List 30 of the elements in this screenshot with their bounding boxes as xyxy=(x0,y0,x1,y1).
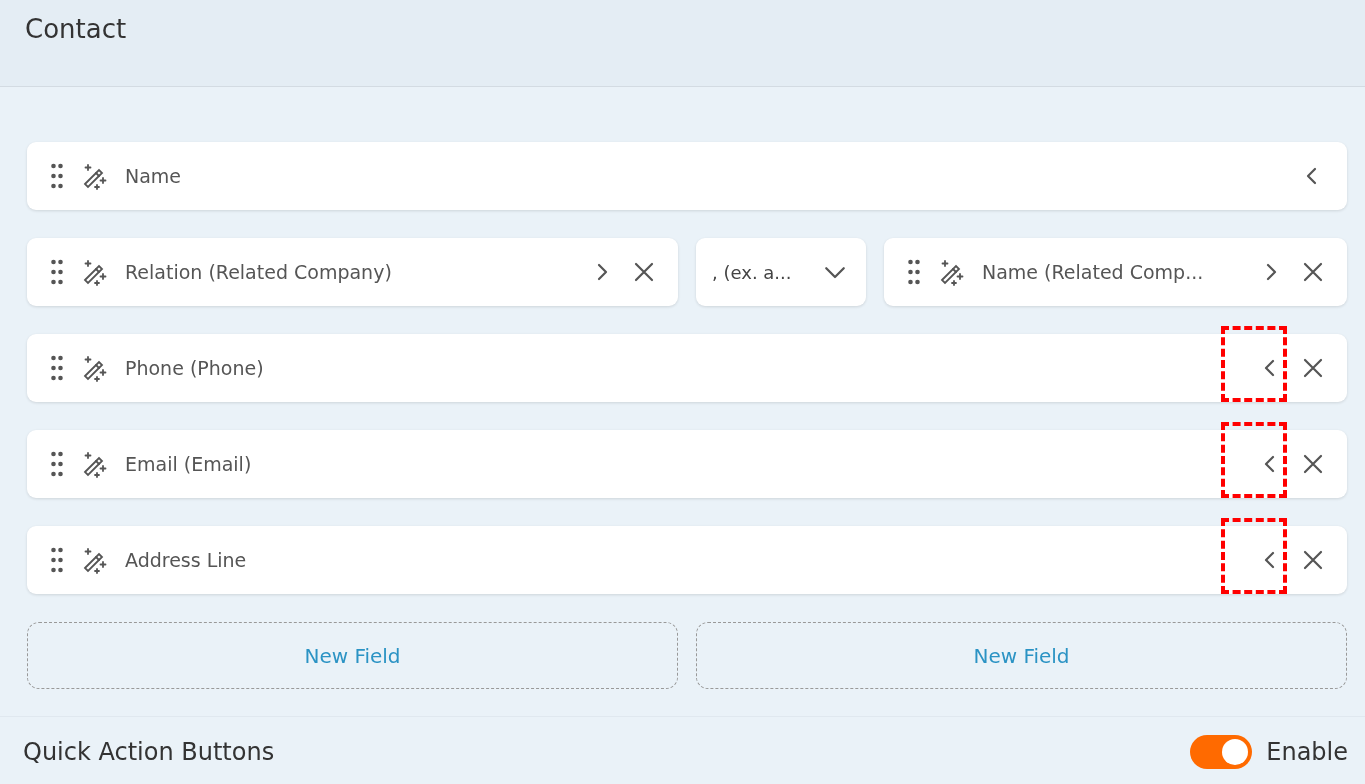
enable-toggle[interactable] xyxy=(1190,734,1253,769)
close-icon[interactable] xyxy=(1301,452,1325,476)
new-field-button[interactable]: New Field xyxy=(27,622,678,689)
drag-handle-icon[interactable] xyxy=(51,451,63,477)
field-label: Address Line xyxy=(125,549,248,571)
magic-wand-icon[interactable] xyxy=(81,162,109,190)
magic-wand-icon[interactable] xyxy=(81,450,109,478)
drag-handle-icon[interactable] xyxy=(51,163,63,189)
toggle-label: Enable xyxy=(1266,737,1348,766)
section-title: Quick Action Buttons xyxy=(23,737,275,766)
new-field-button[interactable]: New Field xyxy=(696,622,1347,689)
magic-wand-icon[interactable] xyxy=(81,546,109,574)
drag-handle-icon[interactable] xyxy=(51,355,63,381)
close-icon[interactable] xyxy=(1301,260,1325,284)
close-icon[interactable] xyxy=(1301,548,1325,572)
field-label: Phone (Phone) xyxy=(125,357,265,379)
section-title: Contact xyxy=(25,14,127,44)
magic-wand-icon[interactable] xyxy=(81,354,109,382)
close-icon[interactable] xyxy=(632,260,656,284)
field-label: Name xyxy=(125,165,183,187)
drag-handle-icon[interactable] xyxy=(908,259,920,285)
separator-dropdown[interactable]: , (ex. a... xyxy=(696,238,866,306)
drag-handle-icon[interactable] xyxy=(51,259,63,285)
close-icon[interactable] xyxy=(1301,356,1325,380)
magic-wand-icon[interactable] xyxy=(938,258,966,286)
field-label: Email (Email) xyxy=(125,453,253,475)
drag-handle-icon[interactable] xyxy=(51,547,63,573)
field-label: Relation (Related Company) xyxy=(125,261,393,283)
field-label: Name (Related Comp... xyxy=(982,261,1205,283)
magic-wand-icon[interactable] xyxy=(81,258,109,286)
